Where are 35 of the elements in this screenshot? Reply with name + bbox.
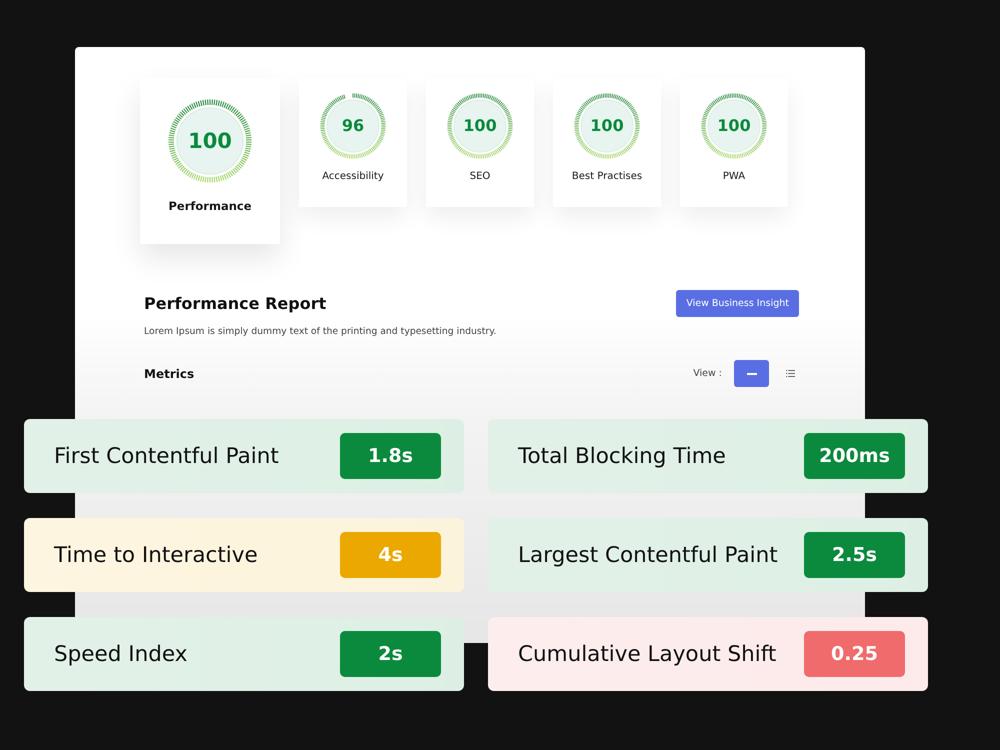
list-icon — [786, 370, 794, 377]
metric-value-badge: 2s — [340, 631, 441, 677]
metric-value-badge: 200ms — [804, 433, 905, 479]
score-value: 100 — [590, 118, 624, 134]
metric-value-badge: 4s — [340, 532, 441, 578]
metrics-heading: Metrics — [144, 366, 194, 380]
gauge-disc — [176, 107, 244, 175]
metric-value-badge: 0.25 — [804, 631, 905, 677]
score-label: Best Practises — [572, 171, 642, 182]
view-option-button[interactable] — [734, 360, 769, 387]
metric-value-badge: 2.5s — [804, 532, 905, 578]
metric-name: Largest Contentful Paint — [518, 542, 778, 568]
metric-name: Time to Interactive — [54, 542, 258, 568]
metric-name: First Contentful Paint — [54, 444, 279, 468]
report-description: Lorem Ipsum is simply dummy text of the printing and typesetting industry. — [144, 326, 498, 337]
report-title: Performance Report — [144, 294, 326, 313]
gauge-disc — [580, 100, 634, 152]
score-label: PWA — [722, 171, 746, 182]
view-label: View : — [693, 368, 722, 379]
score-value: 100 — [463, 118, 497, 134]
score-value: 96 — [342, 118, 364, 134]
score-value: 100 — [717, 118, 751, 134]
gauge-disc — [326, 100, 380, 152]
score-value: 100 — [188, 130, 232, 152]
dash-icon — [746, 372, 756, 374]
gauge-disc — [708, 100, 760, 152]
metric-name: Cumulative Layout Shift — [518, 642, 776, 666]
score-label: Performance — [168, 199, 252, 213]
metric-value-badge: 1.8s — [340, 433, 441, 479]
gauge-disc — [454, 100, 506, 152]
score-label: SEO — [470, 171, 490, 182]
metric-name: Total Blocking Time — [518, 444, 726, 468]
metric-name: Speed Index — [54, 642, 188, 666]
business-insight-button[interactable]: View Business Insight — [676, 290, 799, 317]
score-label: Accessibility — [322, 171, 384, 182]
